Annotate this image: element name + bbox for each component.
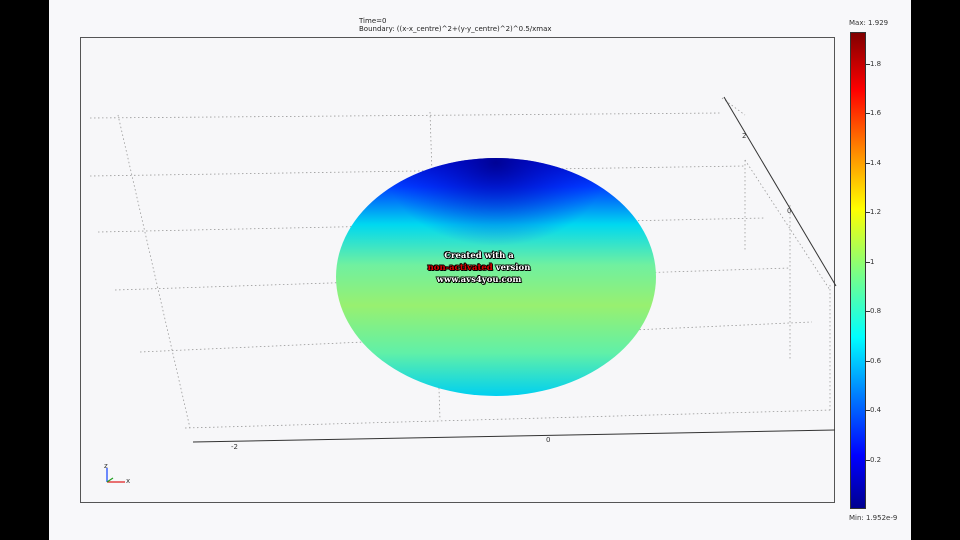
axis-triad-icon bbox=[106, 468, 125, 483]
watermark-line2-rest: version bbox=[492, 263, 531, 273]
watermark-url: www.avs4you.com bbox=[436, 275, 522, 285]
colorbar-tick-label: 1 bbox=[870, 257, 875, 266]
colorbar-tick-label: 1.2 bbox=[870, 208, 882, 217]
y-axis-line bbox=[723, 96, 837, 287]
colorbar-tick-label: 0.2 bbox=[870, 455, 882, 464]
x-tick-label: -2 bbox=[231, 443, 238, 451]
y-tick-label: 2 bbox=[742, 132, 747, 140]
colorbar-tick-label: 1.8 bbox=[870, 59, 882, 68]
triad-z-label: z bbox=[104, 462, 108, 470]
x-tick-label: 0 bbox=[546, 436, 551, 444]
x-axis-line bbox=[192, 429, 836, 443]
watermark-line1: Created with a bbox=[444, 251, 514, 261]
watermark: Created with a non-activated version www… bbox=[398, 250, 560, 286]
colorbar-tick-label: 1.6 bbox=[870, 109, 882, 118]
y-tick-label: 0 bbox=[787, 207, 792, 215]
colorbar-tick-label: 0.4 bbox=[870, 406, 882, 415]
colorbar-tick-label: 0.8 bbox=[870, 307, 882, 316]
watermark-red-text: non-activated bbox=[427, 263, 493, 273]
colorbar-max-label: Max: 1.929 bbox=[849, 19, 889, 27]
colorbar-tick-label: 0.6 bbox=[870, 356, 882, 365]
colorbar-min-label: Min: 1.952e-9 bbox=[849, 514, 898, 522]
watermark-line2: non-activated version bbox=[398, 262, 560, 274]
colorbar bbox=[850, 32, 866, 509]
triad-x-label: x bbox=[126, 477, 131, 485]
colorbar-tick-label: 1.4 bbox=[870, 158, 882, 167]
